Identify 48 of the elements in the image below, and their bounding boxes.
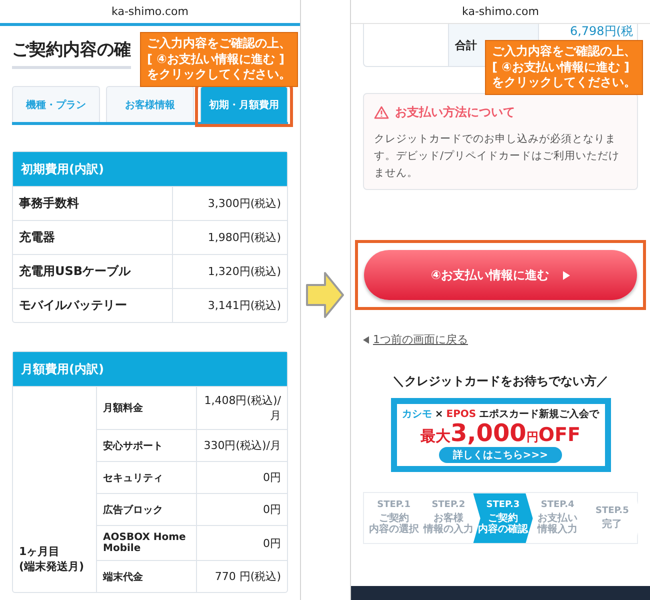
table-cell: 770 円(税込): [197, 560, 287, 592]
table-cell: モバイルバッテリー: [13, 288, 173, 322]
discount-text: 最大3,000円OFF: [420, 421, 581, 446]
tab[interactable]: お客様情報: [106, 86, 194, 122]
play-icon: [563, 270, 570, 280]
notice-title: お支払い方法について: [395, 104, 515, 121]
table-cell: セキュリティ: [97, 461, 197, 493]
brand-logo: カシモ: [402, 408, 432, 422]
table-heading: 初期費用(内訳): [13, 152, 287, 186]
table-cell: 1ヶ月目 (端末発送月): [13, 386, 97, 592]
details-button[interactable]: 詳しくはこちら>>>: [438, 447, 562, 464]
url-text: ka-shimo.com: [462, 5, 539, 18]
table-cell: 安心サポート: [97, 429, 197, 461]
right-arrow-icon: [305, 270, 345, 320]
tab[interactable]: 機種・プラン: [12, 86, 100, 122]
table-cell: 1,408円(税込)/月: [197, 386, 287, 429]
table-cell: 330円(税込)/月: [197, 429, 287, 461]
page-title: ご契約内容の確: [12, 38, 131, 69]
table-heading: 月額費用(内訳): [13, 352, 287, 386]
table-cell: 0円: [197, 525, 287, 560]
url-text: ka-shimo.com: [112, 5, 188, 18]
warning-icon: [374, 106, 389, 119]
promo-heading: ＼クレジットカードをお待ちでない方／: [392, 373, 610, 390]
cross-mark: ×: [434, 408, 444, 420]
banner-tagline: エポスカード新規ご入会で: [479, 407, 600, 422]
promo-banner[interactable]: カシモ × EPOS エポスカード新規ご入会で 最大3,000円OFF 詳しくはこちら>>>: [390, 398, 610, 472]
table-cell: 月額料金: [97, 386, 197, 429]
table-cell: 事務手数料: [13, 186, 173, 220]
partner-logo: EPOS: [446, 408, 476, 420]
step-indicator: STEP.3 ご契約 内容の確認: [473, 493, 533, 544]
table-cell: 広告ブロック: [97, 493, 197, 525]
instruction-callout: ご入力内容をご確認の上、 [ ④お支払い情報に進む ] をクリックしてください。: [140, 32, 298, 87]
table-cell: 端末代金: [97, 560, 197, 592]
table-cell: 充電用USBケーブル: [13, 254, 173, 288]
back-triangle-icon: [363, 336, 369, 344]
instruction-callout: ご入力内容をご確認の上、 [ ④お支払い情報に進む ] をクリックしてください。: [485, 40, 643, 95]
table-cell: 0円: [197, 461, 287, 493]
table-cell: 3,300円(税込): [173, 186, 287, 220]
table-cell: AOSBOX Home Mobile: [97, 525, 197, 560]
notice-text: クレジットカードでのお申し込みが必須となります。デビッド/プリペイドカードはご利用いただけません。: [374, 132, 621, 181]
total-price: 6,798円(税: [570, 24, 633, 38]
table-cell: 1,320円(税込): [173, 254, 287, 288]
table-cell: 1,980円(税込): [173, 220, 287, 254]
table-cell: 3,141円(税込): [173, 288, 287, 322]
table-cell: 0円: [197, 493, 287, 525]
next-button[interactable]: ④お支払い情報に進む: [364, 250, 637, 300]
back-link[interactable]: 1つ前の画面に戻る: [373, 332, 468, 348]
table-cell: 充電器: [13, 220, 173, 254]
